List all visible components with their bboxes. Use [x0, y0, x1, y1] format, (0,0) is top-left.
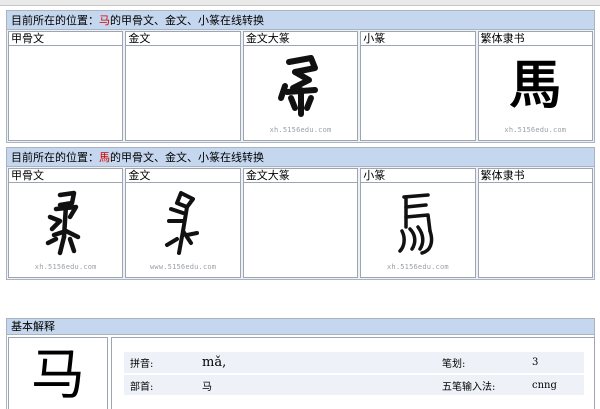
strokes-value: 3 [526, 352, 584, 375]
column-jinwen: 金文 [125, 168, 241, 278]
basic-explanation-title: 基本解释 [7, 319, 594, 335]
location-header-2: 目前所在的位置：馬的甲骨文、金文、小篆在线转换 [7, 148, 594, 167]
glyph-box [360, 45, 476, 141]
glyph-box: xh.5156edu.com [8, 182, 124, 278]
column-xiaozhuan: 小篆 [360, 168, 476, 278]
glyph-box: xh.5156edu.com [242, 45, 359, 141]
conversion-block-1: 目前所在的位置：马的甲骨文、金文、小篆在线转换 甲骨文 金文 金文大篆 xh.5… [6, 10, 595, 143]
pinyin-value: mǎ, [196, 352, 436, 375]
location-suffix: 的甲骨文、金文、小篆在线转换 [110, 14, 264, 27]
glyph-box [242, 182, 359, 278]
info-row: 拼音: mǎ, 笔划: 3 [124, 352, 584, 375]
char-info-panel: 拼音: mǎ, 笔划: 3 部首: 马 五笔输入法: cnng [111, 337, 595, 409]
column-label: 甲骨文 [8, 168, 124, 182]
column-jiaguwen: 甲骨文 [8, 168, 124, 278]
location-prefix: 目前所在的位置： [11, 14, 99, 27]
glyph-box [125, 45, 241, 141]
column-jinwen-dazhuan: 金文大篆 xh.5156edu.com [242, 31, 359, 141]
wubi-label: 五笔输入法: [436, 374, 526, 397]
big-char-box: 马 [8, 337, 108, 409]
char-info-table: 拼音: mǎ, 笔划: 3 部首: 马 五笔输入法: cnng [124, 352, 584, 397]
top-divider [0, 0, 600, 6]
watermark-text: xh.5156edu.com [34, 263, 97, 271]
column-label: 金文 [125, 31, 241, 45]
pinyin-label: 拼音: [124, 352, 196, 375]
big-char: 马 [31, 342, 85, 406]
column-xiaozhuan: 小篆 [360, 31, 476, 141]
watermark-text: xh.5156edu.com [387, 263, 449, 271]
column-label: 小篆 [360, 168, 476, 182]
location-header-1: 目前所在的位置：马的甲骨文、金文、小篆在线转换 [7, 11, 594, 30]
column-fanti-lishu: 繁体隶书 馬 xh.5156edu.com [477, 31, 594, 141]
column-jiaguwen: 甲骨文 [8, 31, 124, 141]
lishu-char: 馬 [509, 56, 562, 116]
glyph-box [8, 45, 124, 141]
column-jinwen-dazhuan: 金文大篆 [242, 168, 359, 278]
location-suffix: 的甲骨文、金文、小篆在线转换 [110, 151, 264, 164]
glyph-box: www.5156edu.com [125, 182, 241, 278]
current-char: 马 [99, 14, 110, 27]
column-label: 小篆 [360, 31, 476, 45]
seal-ma-icon [244, 50, 357, 122]
location-prefix: 目前所在的位置： [11, 151, 99, 164]
current-char: 馬 [99, 151, 110, 164]
column-label: 金文 [125, 168, 241, 182]
column-fanti-lishu: 繁体隶书 [477, 168, 594, 278]
small-seal-horse-icon [361, 187, 474, 259]
radical-value: 马 [196, 374, 436, 397]
glyph-box: 馬 xh.5156edu.com [477, 45, 594, 141]
column-jinwen: 金文 [125, 31, 241, 141]
radical-label: 部首: [124, 374, 196, 397]
wubi-value: cnng [526, 374, 584, 397]
bronze-horse-icon [126, 187, 239, 259]
glyph-box [477, 182, 594, 278]
watermark-text: xh.5156edu.com [504, 126, 567, 134]
column-label: 繁体隶书 [477, 31, 594, 45]
oracle-horse-icon [9, 187, 122, 259]
conversion-block-2: 目前所在的位置：馬的甲骨文、金文、小篆在线转换 甲骨文 xh.5156edu.c… [6, 147, 595, 280]
info-row: 部首: 马 五笔输入法: cnng [124, 374, 584, 397]
basic-explanation-panel: 基本解释 马 拼音: mǎ, 笔划: 3 部首: 马 五笔输入法: cnng [6, 318, 595, 409]
strokes-label: 笔划: [436, 352, 526, 375]
column-label: 甲骨文 [8, 31, 124, 45]
watermark-text: xh.5156edu.com [269, 126, 332, 134]
column-label: 金文大篆 [242, 168, 359, 182]
column-label: 金文大篆 [242, 31, 359, 45]
column-label: 繁体隶书 [477, 168, 594, 182]
watermark-text: www.5156edu.com [150, 263, 217, 271]
glyph-box: xh.5156edu.com [360, 182, 476, 278]
